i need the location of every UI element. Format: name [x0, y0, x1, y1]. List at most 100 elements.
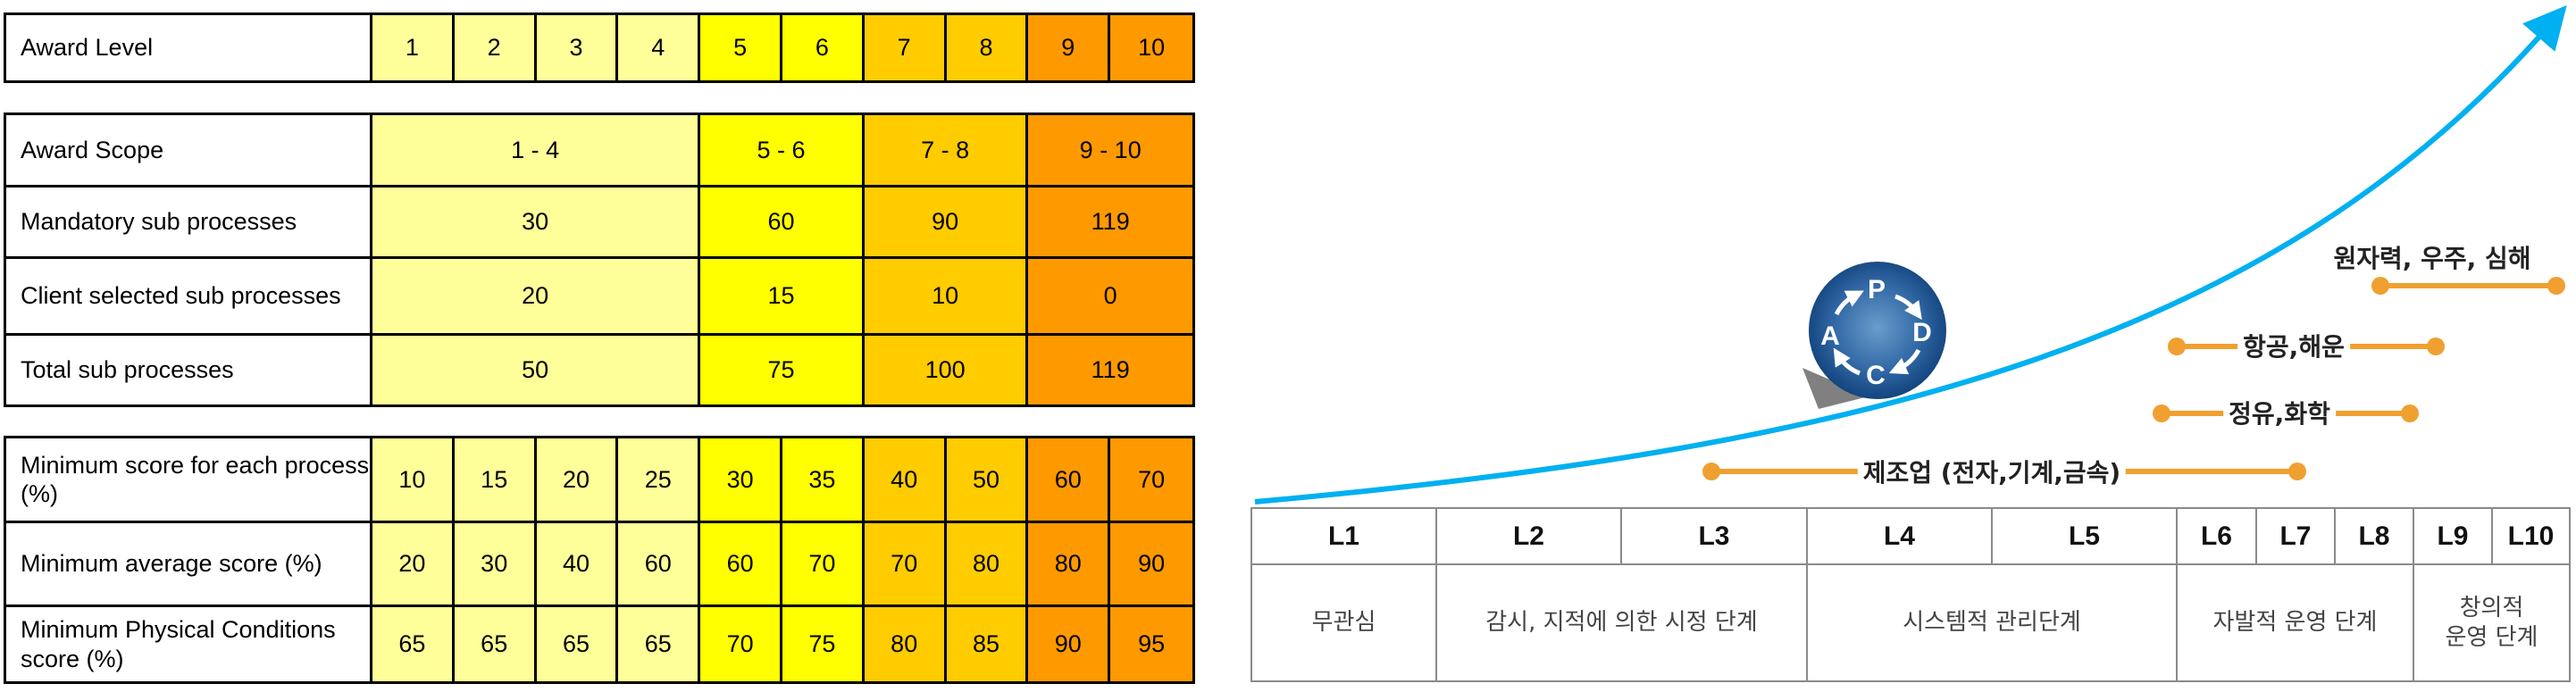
level-cell: 3	[536, 15, 619, 80]
scope-cell: 119	[1028, 336, 1192, 404]
stage-voluntary-operation: 자발적 운영 단계	[2178, 565, 2414, 680]
scope-cell: 10	[864, 259, 1029, 336]
score-cell: 60	[1028, 438, 1111, 523]
level-header: L7	[2257, 509, 2336, 565]
score-cell: 75	[782, 607, 865, 681]
level-header: L4	[1808, 509, 1993, 565]
score-cell: 70	[864, 523, 947, 607]
score-cell: 85	[946, 607, 1029, 681]
industry-label-nuclear-space-deepsea: 원자력, 우주, 심해	[2328, 239, 2537, 275]
score-cell: 60	[618, 523, 701, 607]
pdca-letter-a: A	[1820, 321, 1840, 351]
maturity-level-table: L1 L2 L3 L4 L5 L6 L7 L8 L9 L10 무관심 감시, 지…	[1250, 507, 2571, 682]
scope-cell: 30	[372, 188, 701, 259]
level-cell: 5	[700, 15, 782, 80]
score-cell: 70	[782, 523, 865, 607]
score-cell: 30	[454, 523, 537, 607]
scope-cell: 90	[864, 188, 1029, 259]
range-end-dot	[2288, 463, 2306, 480]
score-cell: 35	[782, 438, 865, 523]
pdca-cycle-ball: P D C A	[1809, 262, 1946, 399]
range-end-dot	[2401, 404, 2419, 422]
industry-label-aviation-shipping: 항공,해운	[2237, 328, 2350, 363]
row-label-award-scope: Award Scope	[6, 115, 372, 188]
score-row-label: Minimum average score (%)	[6, 523, 372, 607]
industry-label-manufacturing: 제조업 (전자,기계,금속)	[1857, 454, 2127, 489]
score-cell: 80	[946, 523, 1029, 607]
range-start-dot	[2168, 338, 2186, 355]
level-cell: 2	[454, 15, 537, 80]
pdca-letter-p: P	[1868, 275, 1886, 304]
score-cell: 30	[700, 438, 782, 523]
score-cell: 80	[864, 607, 947, 681]
scope-cell: 15	[700, 259, 865, 336]
scope-cell: 100	[864, 336, 1029, 404]
level-cell: 10	[1110, 15, 1192, 80]
industry-label-refining-chemical: 정유,화학	[2223, 395, 2336, 430]
score-row-label: Minimum score for each process (%)	[6, 438, 372, 523]
scope-cell: 60	[700, 188, 865, 259]
score-cell: 40	[864, 438, 947, 523]
scope-cell: 0	[1028, 259, 1192, 336]
score-cell: 65	[454, 607, 537, 681]
score-row-label: Minimum Physical Conditions score (%)	[6, 607, 372, 681]
stage-creative-operation: 창의적 운영 단계	[2445, 595, 2538, 651]
score-cell: 25	[618, 438, 701, 523]
score-cell: 65	[618, 607, 701, 681]
scope-cell: 9 - 10	[1028, 115, 1192, 188]
award-level-label: Award Level	[6, 15, 372, 80]
level-cell: 6	[782, 15, 865, 80]
score-cell: 80	[1028, 523, 1111, 607]
level-header: L9	[2414, 509, 2493, 565]
score-cell: 20	[372, 523, 455, 607]
score-cell: 65	[372, 607, 455, 681]
scope-cell: 119	[1028, 188, 1192, 259]
scope-cell: 1 - 4	[372, 115, 701, 188]
range-end-dot	[2547, 277, 2565, 295]
stage-supervised-correction: 감시, 지적에 의한 시정 단계	[1437, 565, 1808, 680]
level-header: L5	[1993, 509, 2178, 565]
range-start-dot	[1702, 463, 1720, 480]
level-cell: 4	[618, 15, 701, 80]
scope-cell: 75	[700, 336, 865, 404]
award-scope-table: Award Scope 1 - 4 5 - 6 7 - 8 9 - 10 Man…	[4, 113, 1195, 407]
level-cell: 1	[372, 15, 455, 80]
score-cell: 20	[536, 438, 619, 523]
range-start-dot	[2371, 277, 2389, 295]
score-cell: 65	[536, 607, 619, 681]
score-cell: 15	[454, 438, 537, 523]
score-cell: 90	[1110, 523, 1192, 607]
award-level-table: Award Level 1 2 3 4 5 6 7 8 9 10	[4, 13, 1195, 83]
minimum-score-table: Minimum score for each process (%) 10 15 20…	[4, 436, 1195, 684]
score-cell: 50	[946, 438, 1029, 523]
score-cell: 95	[1110, 607, 1192, 681]
score-cell: 90	[1028, 607, 1111, 681]
row-label-mandatory: Mandatory sub processes	[6, 188, 372, 259]
scope-cell: 50	[372, 336, 701, 404]
level-header: L1	[1252, 509, 1437, 565]
score-cell: 10	[372, 438, 455, 523]
pdca-letter-d: D	[1912, 318, 1932, 347]
score-cell: 70	[700, 607, 782, 681]
level-header: L6	[2178, 509, 2257, 565]
stage-systematic-management: 시스템적 관리단계	[1808, 565, 2178, 680]
score-cell: 60	[700, 523, 782, 607]
scope-cell: 7 - 8	[864, 115, 1029, 188]
range-end-dot	[2427, 338, 2445, 355]
score-cell: 70	[1110, 438, 1192, 523]
level-cell: 7	[864, 15, 947, 80]
level-header: L10	[2493, 509, 2569, 565]
pdca-letter-c: C	[1866, 361, 1886, 390]
level-header: L8	[2336, 509, 2414, 565]
level-cell: 8	[946, 15, 1029, 80]
row-label-client-selected: Client selected sub processes	[6, 259, 372, 336]
row-label-total: Total sub processes	[6, 336, 372, 404]
range-start-dot	[2153, 404, 2170, 422]
stage-indifference: 무관심	[1252, 565, 1437, 680]
score-cell: 40	[536, 523, 619, 607]
level-header: L3	[1622, 509, 1808, 565]
level-header: L2	[1437, 509, 1622, 565]
industry-bar-nuclear-space-deepsea	[2371, 277, 2565, 295]
scope-cell: 20	[372, 259, 701, 336]
level-cell: 9	[1028, 15, 1111, 80]
